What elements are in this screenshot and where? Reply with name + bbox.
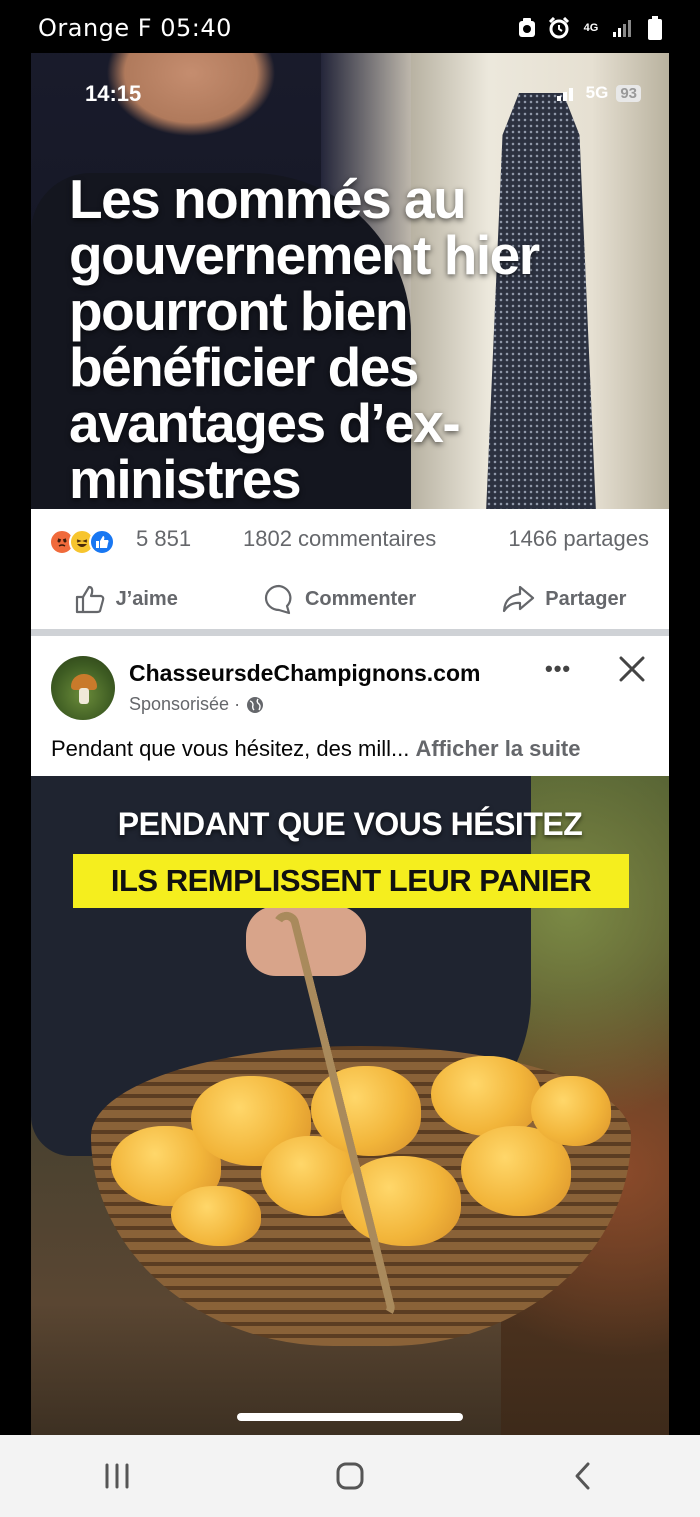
back-icon xyxy=(575,1462,590,1490)
shares-count[interactable]: 1466 partages xyxy=(508,526,649,552)
chanterelle xyxy=(431,1056,541,1136)
like-label: J’aime xyxy=(115,587,178,610)
like-reaction-icon xyxy=(89,529,115,555)
signal-icon xyxy=(612,16,634,40)
ad-post-text: Pendant que vous hésitez, des mill... Af… xyxy=(51,736,581,762)
recents-icon xyxy=(105,1463,129,1489)
recents-button[interactable] xyxy=(87,1446,147,1506)
reaction-count[interactable]: 5 851 xyxy=(136,526,191,552)
battery-icon xyxy=(644,16,666,40)
status-carrier-time: Orange F 05:40 xyxy=(38,14,232,42)
post-action-bar: J’aime Commenter Partager xyxy=(31,569,669,629)
ad-image[interactable]: PENDANT QUE VOUS HÉSITEZ ILS REMPLISSENT… xyxy=(31,776,669,1435)
screenshot-time: 14:15 xyxy=(85,81,142,106)
share-button[interactable]: Partager xyxy=(501,584,626,614)
status-bar: Orange F 05:40 4G xyxy=(0,0,700,56)
like-button[interactable]: J’aime xyxy=(74,584,178,614)
close-ad-button[interactable] xyxy=(617,654,647,684)
home-button[interactable] xyxy=(320,1446,380,1506)
feed-content[interactable]: 14:15 5G 93 Les nommés au gouvernement h… xyxy=(31,53,669,1435)
ad-headline-line2: ILS REMPLISSENT LEUR PANIER xyxy=(73,854,629,908)
screenshot-network: 5G xyxy=(585,83,609,102)
sponsored-label: Sponsorisée · xyxy=(129,694,241,714)
mushroom-stem xyxy=(79,688,89,704)
comment-label: Commenter xyxy=(304,587,417,610)
back-button[interactable] xyxy=(553,1446,613,1506)
carrier-label: Orange F xyxy=(38,14,153,42)
ad-headline-line1: PENDANT QUE VOUS HÉSITEZ xyxy=(117,806,583,842)
news-post-image[interactable]: 14:15 5G 93 Les nommés au gouvernement h… xyxy=(31,53,669,509)
more-options-button[interactable]: ••• xyxy=(545,656,571,682)
sponsored-label-row: Sponsorisée · xyxy=(129,694,264,715)
see-more-link[interactable]: Afficher la suite xyxy=(415,736,580,761)
screenshot-battery: 93 xyxy=(616,84,641,102)
network-type-label: 4G xyxy=(583,22,599,34)
ad-text-body: Pendant que vous hésitez, des mill... xyxy=(51,736,410,761)
share-arrow-icon xyxy=(503,585,535,613)
alarm-icon xyxy=(548,16,570,40)
clock: 05:40 xyxy=(160,14,232,42)
home-indicator xyxy=(237,1413,463,1421)
globe-icon xyxy=(247,696,264,713)
screenshot-signal-icon xyxy=(556,88,573,101)
news-headline: Les nommés au gouvernement hier pourront… xyxy=(69,168,540,509)
network-type-icon: 4G xyxy=(580,16,602,40)
sponsored-post-header: ChasseursdeChampignons.com Sponsorisée ·… xyxy=(31,636,669,776)
system-nav-bar xyxy=(0,1435,700,1517)
share-label: Partager xyxy=(545,587,627,610)
notification-icon xyxy=(516,16,538,40)
home-icon xyxy=(336,1462,364,1490)
chanterelle xyxy=(531,1076,611,1146)
page-name-link[interactable]: ChasseursdeChampignons.com xyxy=(129,660,480,687)
reaction-icons[interactable] xyxy=(49,529,115,555)
post-divider xyxy=(31,629,669,636)
screenshot-status: 5G 93 xyxy=(556,83,641,103)
comment-bubble-icon xyxy=(264,584,292,615)
chanterelle xyxy=(171,1186,261,1246)
reactions-summary: 5 851 1802 commentaires 1466 partages xyxy=(31,509,669,569)
comments-count[interactable]: 1802 commentaires xyxy=(243,526,436,552)
thumbs-up-icon xyxy=(75,585,104,614)
close-icon xyxy=(619,656,645,682)
comment-button[interactable]: Commenter xyxy=(263,583,416,615)
status-icons: 4G xyxy=(516,14,666,42)
page-avatar[interactable] xyxy=(51,656,115,720)
